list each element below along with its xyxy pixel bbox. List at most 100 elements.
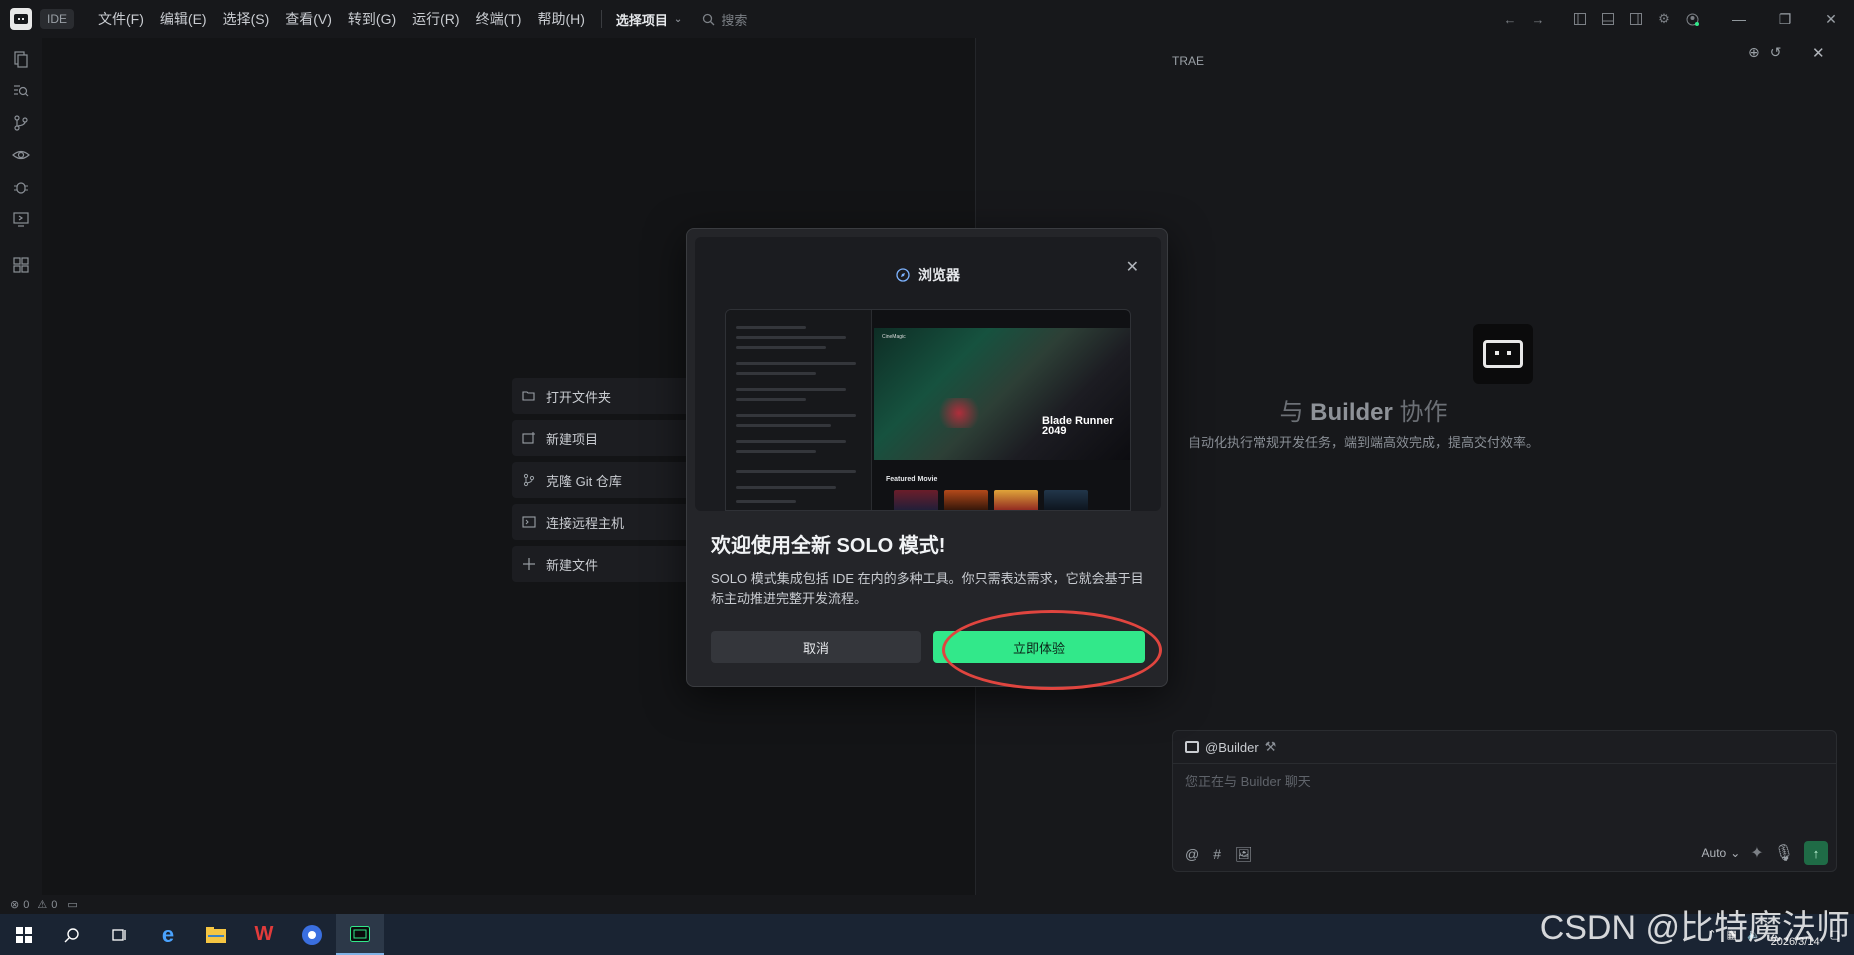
search-icon[interactable] — [12, 82, 30, 100]
agent-label: @Builder — [1205, 739, 1259, 755]
menu-terminal[interactable]: 终端(T) — [468, 0, 530, 38]
mention-icon[interactable]: @ — [1185, 846, 1199, 863]
dialog-heading: 欢迎使用全新 SOLO 模式! — [711, 535, 946, 557]
edge-browser-icon[interactable]: e — [144, 914, 192, 955]
error-icon[interactable]: ⊗ — [10, 898, 19, 911]
ide-mode-badge[interactable]: IDE — [40, 9, 75, 29]
dialog-caption-text: 浏览器 — [918, 267, 960, 283]
preview-hero-title-2: 2049 — [1042, 425, 1067, 437]
global-search[interactable]: 搜索 — [702, 10, 747, 29]
extensions-icon[interactable] — [12, 256, 30, 274]
menu-file[interactable]: 文件(F) — [90, 0, 152, 38]
preview-thumb — [944, 490, 988, 510]
search-placeholder: 搜索 — [721, 12, 748, 28]
hash-icon[interactable]: # — [1213, 846, 1221, 863]
toggle-bottom-panel-icon[interactable] — [1594, 0, 1622, 38]
builder-agent-icon — [1185, 741, 1199, 753]
project-select[interactable]: 选择项目 ⌄ — [610, 10, 688, 29]
cancel-button[interactable]: 取消 — [711, 631, 921, 663]
heading-suffix: 协作 — [1399, 399, 1448, 426]
debug-icon[interactable] — [12, 178, 30, 196]
minimize-button[interactable]: — — [1716, 0, 1762, 38]
tools-icon: ⚒ — [1264, 739, 1277, 754]
toggle-right-panel-icon[interactable] — [1622, 0, 1650, 38]
history-icon[interactable]: ↺ — [1770, 44, 1782, 61]
connect-remote-label: 连接远程主机 — [546, 515, 625, 531]
restore-button[interactable]: ❐ — [1762, 0, 1808, 38]
image-icon[interactable]: 🖼 — [1235, 846, 1253, 863]
dialog-close-icon[interactable]: ✕ — [1126, 257, 1139, 277]
model-label: Auto — [1701, 846, 1727, 860]
chevron-down-icon: ⌄ — [673, 13, 683, 25]
open-folder-label: 打开文件夹 — [546, 389, 612, 405]
terminal-icon[interactable]: ▭ — [67, 898, 77, 911]
heading-name: Builder — [1310, 399, 1393, 426]
clone-git-label: 克隆 Git 仓库 — [546, 473, 622, 489]
panel-title: TRAE — [1172, 54, 1205, 68]
sparkle-icon[interactable]: ✦ — [1750, 843, 1763, 863]
preview-eye-icon[interactable] — [12, 146, 30, 164]
wps-office-icon[interactable]: W — [240, 914, 288, 955]
menu-go[interactable]: 转到(G) — [340, 0, 404, 38]
remote-explorer-icon[interactable] — [12, 210, 30, 228]
git-clone-icon — [523, 473, 535, 487]
close-panel-icon[interactable]: ✕ — [1812, 44, 1825, 62]
chat-box: @Builder ⚒ @ # 🖼 Auto⌄ ✦ 🎙 ↑ — [1172, 730, 1837, 872]
account-icon[interactable] — [1678, 0, 1706, 38]
chat-input[interactable] — [1185, 771, 1825, 821]
settings-gear-icon[interactable]: ⚙ — [1650, 0, 1678, 38]
annotation-circle — [942, 610, 1162, 690]
microphone-icon[interactable]: 🎙 — [1774, 843, 1794, 863]
windows-start-icon[interactable] — [0, 914, 48, 955]
preview-sidebar — [726, 310, 872, 510]
builder-logo — [1473, 324, 1533, 384]
back-arrow-icon[interactable]: ← — [1496, 0, 1524, 38]
preview-thumb — [894, 490, 938, 510]
folder-open-icon — [522, 391, 535, 401]
chat-tools: @ # 🖼 — [1185, 846, 1253, 863]
file-explorer-icon[interactable] — [192, 914, 240, 955]
title-divider — [600, 10, 602, 28]
browser-app-icon[interactable] — [288, 914, 336, 955]
remote-host-icon — [522, 516, 536, 528]
new-chat-icon[interactable]: ⊕ — [1748, 44, 1760, 61]
chevron-down-icon: ⌄ — [1730, 846, 1741, 860]
model-select[interactable]: Auto ⌄ — [1702, 846, 1741, 860]
menu-edit[interactable]: 编辑(E) — [152, 0, 215, 38]
trae-app-icon[interactable] — [336, 914, 384, 955]
taskbar-search-icon[interactable] — [48, 914, 96, 955]
browser-preview-image: Blade Runner 2049 CineMagic Featured Mov… — [725, 309, 1131, 511]
heading-prefix: 与 — [1279, 399, 1304, 426]
warning-count: 0 — [51, 898, 58, 911]
explorer-icon[interactable] — [12, 50, 30, 68]
preview-thumb — [1044, 490, 1088, 510]
menu-run[interactable]: 运行(R) — [404, 0, 467, 38]
browser-compass-icon — [896, 268, 910, 282]
task-view-icon[interactable] — [96, 914, 144, 955]
preview-hero-image: Blade Runner 2049 — [874, 328, 1130, 460]
trae-logo-icon — [10, 8, 32, 30]
agent-selector[interactable]: @Builder ⚒ — [1185, 739, 1276, 755]
plus-icon — [523, 558, 535, 570]
menu-selection[interactable]: 选择(S) — [215, 0, 278, 38]
preview-featured-label: Featured Movie — [886, 476, 938, 483]
title-bar: IDE 文件(F) 编辑(E) 选择(S) 查看(V) 转到(G) 运行(R) … — [0, 0, 1854, 38]
project-select-label: 选择项目 — [615, 12, 668, 28]
error-count: 0 — [23, 898, 30, 911]
forward-arrow-icon[interactable]: → — [1524, 0, 1552, 38]
new-file-label: 新建文件 — [546, 557, 599, 573]
chat-actions: Auto ⌄ ✦ 🎙 ↑ — [1702, 841, 1828, 865]
new-project-label: 新建项目 — [546, 431, 599, 447]
menu-bar: 文件(F) 编辑(E) 选择(S) 查看(V) 转到(G) 运行(R) 终端(T… — [90, 0, 593, 38]
close-window-button[interactable]: ✕ — [1808, 0, 1854, 38]
title-right-controls: ← → ⚙ — ❐ ✕ — [1496, 0, 1854, 38]
source-control-icon[interactable] — [12, 114, 30, 132]
csdn-watermark: CSDN @比特魔法师 — [1539, 909, 1850, 947]
menu-help[interactable]: 帮助(H) — [529, 0, 592, 38]
search-icon — [703, 13, 715, 25]
toggle-left-panel-icon[interactable] — [1566, 0, 1594, 38]
menu-view[interactable]: 查看(V) — [277, 0, 340, 38]
warning-icon[interactable]: ⚠ — [37, 898, 47, 911]
chat-divider — [1173, 763, 1836, 764]
send-button[interactable]: ↑ — [1804, 841, 1828, 865]
